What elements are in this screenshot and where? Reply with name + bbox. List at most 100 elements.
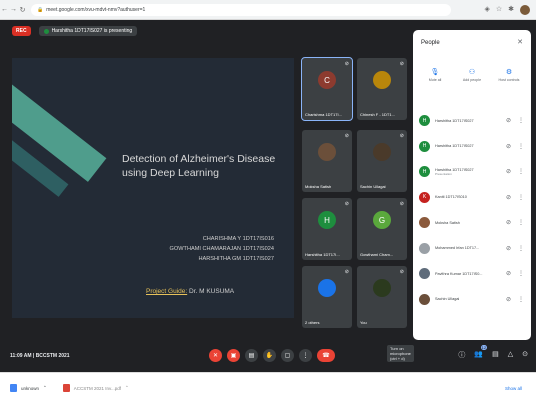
panel-title: People <box>421 40 440 46</box>
bottom-bar: 11:09 AM | BCCSTM 2021 Turn on microphon… <box>0 340 536 372</box>
participant-tile[interactable]: ⊘ Moksha Satish <box>302 130 352 192</box>
chevron-down-icon[interactable]: ⌃ <box>43 385 47 391</box>
activities-icon[interactable]: △ <box>508 350 513 360</box>
more-icon[interactable]: ⋮ <box>518 245 524 252</box>
list-item[interactable]: Sachin Ullagai ⊘ ⋮ <box>419 287 527 313</box>
more-icon[interactable]: ⋮ <box>518 117 524 124</box>
mic-off-icon[interactable]: ⊘ <box>506 219 511 226</box>
mic-off-icon[interactable]: ⊘ <box>506 194 511 201</box>
avatar <box>318 143 336 161</box>
participant-tile[interactable]: ⊘ Sachin Ullagai <box>357 130 407 192</box>
more-icon[interactable]: ⋮ <box>518 168 524 175</box>
participant-name: Harshitha 1DT17IS027 Presentation <box>435 168 495 176</box>
participant-list: H Harshitha 1DT17IS027 ⊘ ⋮ H Harshitha 1DT17I… <box>419 108 527 312</box>
slide-guide: Project Guide: Dr. M KUSUMA <box>146 288 234 295</box>
participant-name: Sachin Ullagai <box>435 297 460 302</box>
download-item[interactable]: ACCSTM 2021 Inv...pdf ⌃ <box>62 384 129 392</box>
mic-off-icon: ⊘ <box>399 201 404 207</box>
meeting-time: 11:09 AM | BCCSTM 2021 <box>10 353 70 359</box>
participant-tile[interactable]: ⊘ Chinesh F - 1DT1... <box>357 58 407 120</box>
avatar <box>373 279 391 297</box>
mic-tooltip: Turn on microphone (ctrl + d) <box>387 345 414 362</box>
mic-off-icon[interactable]: ⊘ <box>506 270 511 277</box>
lock-icon[interactable]: ⊙ <box>522 350 528 360</box>
people-count-badge: 12 <box>480 345 488 350</box>
end-call-icon[interactable]: ☎ <box>317 349 335 362</box>
chevron-down-icon[interactable]: ⌃ <box>125 385 129 391</box>
participant-name: You <box>360 320 367 325</box>
avatar[interactable] <box>520 4 530 15</box>
shield-icon[interactable]: ◈ <box>484 5 489 15</box>
mic-off-icon: ⊘ <box>344 269 349 275</box>
presenter-avatar <box>43 28 49 34</box>
mic-off-icon: ⊘ <box>344 201 349 207</box>
mute-all-icon: 🎙 <box>430 69 440 76</box>
participant-name: Moksha Satish <box>305 184 332 189</box>
extensions: ◈ ☆ ✱ <box>484 4 530 15</box>
captions-icon[interactable]: ▤ <box>245 349 258 362</box>
avatar: H <box>419 166 430 178</box>
list-item[interactable]: Mohammed Irfan 1DT17... ⊘ ⋮ <box>419 236 527 262</box>
more-icon[interactable]: ⋮ <box>518 270 524 277</box>
close-icon[interactable]: ✕ <box>517 38 523 46</box>
more-icon[interactable]: ⋮ <box>518 143 524 150</box>
participant-name: Moksha Satish <box>435 220 460 225</box>
hand-icon[interactable]: ✋ <box>263 349 276 362</box>
avatar <box>373 71 391 89</box>
back-icon[interactable]: ← <box>0 6 9 13</box>
reload-icon[interactable]: ↻ <box>18 6 27 14</box>
star-icon[interactable]: ☆ <box>496 5 502 15</box>
participant-name: Pavithra Kumar 1DT17IS0... <box>435 271 483 276</box>
show-all-link[interactable]: Show all <box>505 386 522 391</box>
chat-icon[interactable]: ▤ <box>492 350 499 360</box>
list-item[interactable]: Pavithra Kumar 1DT17IS0... ⊘ ⋮ <box>419 261 527 287</box>
host-controls-button[interactable]: ⚙ Host controls <box>491 68 527 82</box>
avatar: H <box>318 211 336 229</box>
mic-off-icon[interactable]: ⊘ <box>506 117 511 124</box>
list-item[interactable]: H Harshitha 1DT17IS027 ⊘ ⋮ <box>419 108 527 134</box>
more-icon[interactable]: ⋮ <box>299 349 312 362</box>
download-item[interactable]: unknown ⌃ <box>10 384 47 392</box>
slide-author: HARSHITHA GM 1DT17IS027 <box>198 256 274 262</box>
info-icon[interactable]: ⓘ <box>458 350 465 360</box>
call-controls: Turn on microphone (ctrl + d) ✕ ▣ ▤ ✋ ▢ … <box>209 345 414 362</box>
list-item[interactable]: H Harshitha 1DT17IS027 ⊘ ⋮ <box>419 134 527 160</box>
participant-tile[interactable]: C ⊘ Charishma 1DT17I... <box>301 57 353 121</box>
mic-off-icon[interactable]: ⊘ <box>506 168 511 175</box>
add-people-button[interactable]: ⚇ Add people <box>454 68 490 82</box>
puzzle-icon[interactable]: ✱ <box>508 5 514 15</box>
mic-off-icon[interactable]: ⊘ <box>506 296 511 303</box>
list-item[interactable]: H Harshitha 1DT17IS027 Presentation ⊘ ⋮ <box>419 159 527 185</box>
participant-name: Mohammed Irfan 1DT17... <box>435 246 480 251</box>
list-item[interactable]: K Kaniti 1DT17IS010 ⊘ ⋮ <box>419 185 527 211</box>
avatar: C <box>318 71 336 89</box>
avatar <box>318 279 336 297</box>
mute-all-button[interactable]: 🎙 Mute all <box>417 68 453 82</box>
mic-off-icon: ⊘ <box>399 133 404 139</box>
more-icon[interactable]: ⋮ <box>518 296 524 303</box>
camera-off-icon[interactable]: ▣ <box>227 349 240 362</box>
pdf-icon <box>62 384 70 392</box>
guide-label: Project Guide: <box>146 288 188 295</box>
participant-tile[interactable]: H ⊘ Harshitha 1DT17I... <box>302 198 352 260</box>
present-icon[interactable]: ▢ <box>281 349 294 362</box>
more-icon[interactable]: ⋮ <box>518 194 524 201</box>
avatar: G <box>373 211 391 229</box>
participant-tile[interactable]: G ⊘ Gowthami Cham... <box>357 198 407 260</box>
participant-tile[interactable]: ⊘ You <box>357 266 407 328</box>
recording-badge: REC <box>12 26 31 36</box>
slide-author: CHARISHMA Y 1DT17IS016 <box>202 236 274 242</box>
list-item[interactable]: Moksha Satish ⊘ ⋮ <box>419 210 527 236</box>
forward-icon[interactable]: → <box>9 6 18 13</box>
address-bar[interactable]: 🔒 meet.google.com/xvu-mdvt-nmv?authuser=… <box>31 3 451 16</box>
mic-off-icon[interactable]: ⊘ <box>506 245 511 252</box>
more-icon[interactable]: ⋮ <box>518 219 524 226</box>
participant-name: Gowthami Cham... <box>360 252 394 257</box>
participant-tile[interactable]: ⊘ 2 others <box>302 266 352 328</box>
mic-off-icon[interactable]: ⊘ <box>506 143 511 150</box>
mic-off-icon[interactable]: ✕ <box>209 349 222 362</box>
slide-title: Detection of Alzheimer's Disease using D… <box>122 153 276 179</box>
mic-off-icon: ⊘ <box>344 61 349 67</box>
avatar <box>419 242 430 254</box>
people-icon[interactable]: 👥 12 <box>474 345 488 360</box>
